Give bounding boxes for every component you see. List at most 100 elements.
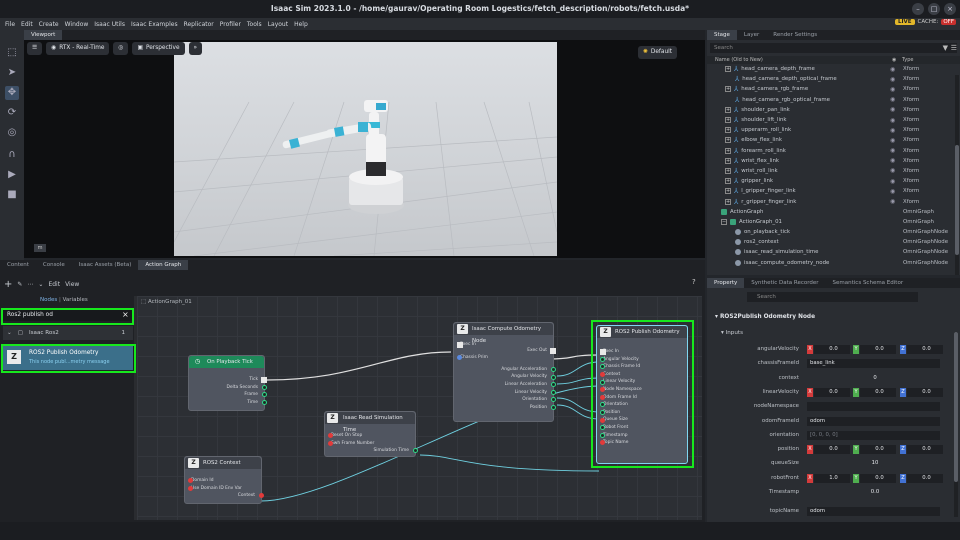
menu-view-graph[interactable]: View	[65, 281, 79, 288]
menu-create[interactable]: Create	[39, 21, 59, 28]
expand-icon[interactable]: +	[725, 86, 731, 93]
visibility-icon[interactable]: ◉	[890, 117, 895, 124]
stage-row[interactable]: isaac_read_simulation_time OmniGraphNode	[707, 247, 960, 257]
z-value-field[interactable]: 0.0	[907, 473, 943, 483]
property-scrollbar[interactable]	[954, 332, 958, 517]
menu-isaac-examples[interactable]: Isaac Examples	[131, 21, 178, 28]
expand-icon[interactable]: +	[725, 167, 731, 174]
stage-row[interactable]: + ⅄ wrist_flex_link ◉ Xform	[707, 156, 960, 166]
port-delta-seconds[interactable]: Delta Seconds	[189, 384, 267, 392]
stage-row[interactable]: ros2_context OmniGraphNode	[707, 237, 960, 247]
x-value-field[interactable]: 1.0	[814, 473, 850, 483]
z-value-field[interactable]: 0.0	[907, 387, 943, 397]
menu-file[interactable]: File	[5, 21, 15, 28]
add-icon[interactable]: +	[4, 279, 12, 290]
menu-isaac-utils[interactable]: Isaac Utils	[94, 21, 125, 28]
node-header[interactable]: Z Isaac Read Simulation Time	[325, 412, 415, 433]
value-field[interactable]: odom	[807, 507, 940, 517]
stage-row[interactable]: + ⅄ wrist_roll_link ◉ Xform	[707, 166, 960, 176]
stage-search-input[interactable]: Search	[710, 43, 957, 53]
live-badge[interactable]: LIVE	[894, 19, 915, 25]
exec-pin[interactable]	[261, 377, 267, 384]
expand-icon[interactable]: +	[725, 117, 731, 124]
port-linear-velocity[interactable]: Linear Velocity	[454, 389, 556, 397]
x-value-field[interactable]: 0.0	[814, 345, 850, 354]
menu-profiler[interactable]: Profiler	[220, 21, 241, 28]
menu-edit-graph[interactable]: Edit	[48, 281, 60, 288]
port-simulation-time[interactable]: Simulation Time	[325, 447, 418, 455]
stage-row[interactable]: + ⅄ elbow_flex_link ◉ Xform	[707, 135, 960, 145]
select-icon[interactable]: ⬚	[5, 46, 19, 60]
move-icon[interactable]: ✥	[5, 86, 19, 100]
settings-button[interactable]: ☰	[27, 42, 43, 55]
visibility-icon[interactable]: ◉	[890, 167, 895, 174]
stage-row[interactable]: + ⅄ r_gripper_finger_link ◉ Xform	[707, 196, 960, 206]
node-header[interactable]: Z ROS2 Context	[185, 457, 261, 469]
data-pin[interactable]	[188, 485, 193, 491]
port-reset-on-stop[interactable]: Reset On Stop	[328, 432, 415, 440]
z-value-field[interactable]: 0.0	[907, 445, 943, 455]
scene-view[interactable]	[173, 42, 558, 257]
expand-icon[interactable]: +	[725, 188, 731, 195]
node-header[interactable]: Z Isaac Compute Odometry Node	[454, 323, 553, 344]
minimize-icon[interactable]: –	[912, 3, 924, 15]
expand-icon[interactable]: +	[725, 147, 731, 154]
maximize-icon[interactable]: □	[928, 3, 940, 15]
menu-layout[interactable]: Layout	[268, 21, 288, 28]
snap-icon[interactable]: ∩	[5, 148, 19, 162]
stage-scrollbar[interactable]	[955, 75, 959, 275]
value-field[interactable]: base_link	[807, 359, 940, 369]
node-ros2-context[interactable]: Z ROS2 Context Domain Id Use Domain ID E…	[184, 456, 264, 504]
visibility-icon[interactable]: ◉	[890, 137, 895, 144]
visibility-icon[interactable]: ◉	[890, 157, 895, 164]
port-exec-out[interactable]: Exec Out	[454, 347, 556, 355]
port-chassis-prim[interactable]: Chassis Prim	[457, 354, 553, 362]
stage-row[interactable]: on_playback_tick OmniGraphNode	[707, 227, 960, 237]
port-use-domain-id[interactable]: Use Domain ID Env Var	[188, 485, 261, 493]
port-linear-acceleration[interactable]: Linear Acceleration	[454, 381, 556, 389]
stage-row[interactable]: + ⅄ forearm_roll_link ◉ Xform	[707, 146, 960, 156]
property-search-input[interactable]: Search	[747, 292, 918, 302]
stage-row[interactable]: + ⅄ shoulder_lift_link ◉ Xform	[707, 115, 960, 125]
rotate-icon[interactable]: ⟳	[5, 106, 19, 120]
visibility-icon[interactable]: ◉	[890, 198, 895, 205]
eye-button[interactable]: ◎	[113, 42, 129, 55]
pointer-icon[interactable]: ➤	[5, 66, 19, 80]
column-type-header[interactable]: Type	[902, 56, 913, 64]
stage-row[interactable]: + ⅄ shoulder_pan_link ◉ Xform	[707, 105, 960, 115]
more-icon[interactable]: ⋯	[27, 281, 33, 288]
camera-button[interactable]: ▣ Perspective	[132, 42, 185, 55]
tab-synthetic-data-recorder[interactable]: Synthetic Data Recorder	[744, 278, 825, 288]
chevron-down-icon[interactable]: ⌄	[38, 281, 43, 288]
data-pin[interactable]	[551, 374, 556, 380]
menu-help[interactable]: Help	[294, 21, 308, 28]
port-orientation[interactable]: Orientation	[454, 396, 556, 404]
tab-content[interactable]: Content	[0, 260, 36, 270]
pencil-icon[interactable]: ✎	[17, 281, 22, 288]
stage-row[interactable]: − ActionGraph_01 OmniGraph	[707, 217, 960, 227]
menu-tools[interactable]: Tools	[247, 21, 262, 28]
exec-pin[interactable]	[550, 347, 556, 354]
stage-row[interactable]: + ⅄ head_camera_depth_frame ◉ Xform	[707, 64, 960, 74]
options-icon[interactable]: ☰	[951, 44, 957, 52]
port-domain-id[interactable]: Domain Id	[188, 477, 261, 485]
data-pin[interactable]	[551, 389, 556, 395]
stage-row[interactable]: ⅄ head_camera_rgb_optical_frame ◉ Xform	[707, 95, 960, 105]
port-context-out[interactable]: Context	[185, 492, 264, 500]
value-field[interactable]: 0.0	[807, 488, 940, 497]
expand-icon[interactable]: +	[725, 106, 731, 113]
menu-edit[interactable]: Edit	[21, 21, 33, 28]
y-value-field[interactable]: 0.0	[860, 345, 896, 354]
value-field[interactable]: [0, 0, 0, 0]	[807, 430, 940, 440]
node-compute-odometry[interactable]: Z Isaac Compute Odometry Node Exec In Ex…	[453, 322, 556, 422]
help-icon[interactable]: ?	[692, 278, 696, 286]
stage-row[interactable]: + ⅄ head_camera_rgb_frame ◉ Xform	[707, 84, 960, 94]
tab-action-graph[interactable]: Action Graph	[138, 260, 189, 270]
tab-render-settings[interactable]: Render Settings	[766, 30, 824, 40]
tab-stage[interactable]: Stage	[707, 30, 737, 40]
data-pin[interactable]	[262, 384, 267, 390]
tab-property[interactable]: Property	[707, 278, 745, 288]
tab-nodes[interactable]: Nodes	[40, 297, 57, 303]
node-header[interactable]: ◷ On Playback Tick	[189, 356, 264, 368]
visibility-icon[interactable]: ◉	[890, 178, 895, 185]
